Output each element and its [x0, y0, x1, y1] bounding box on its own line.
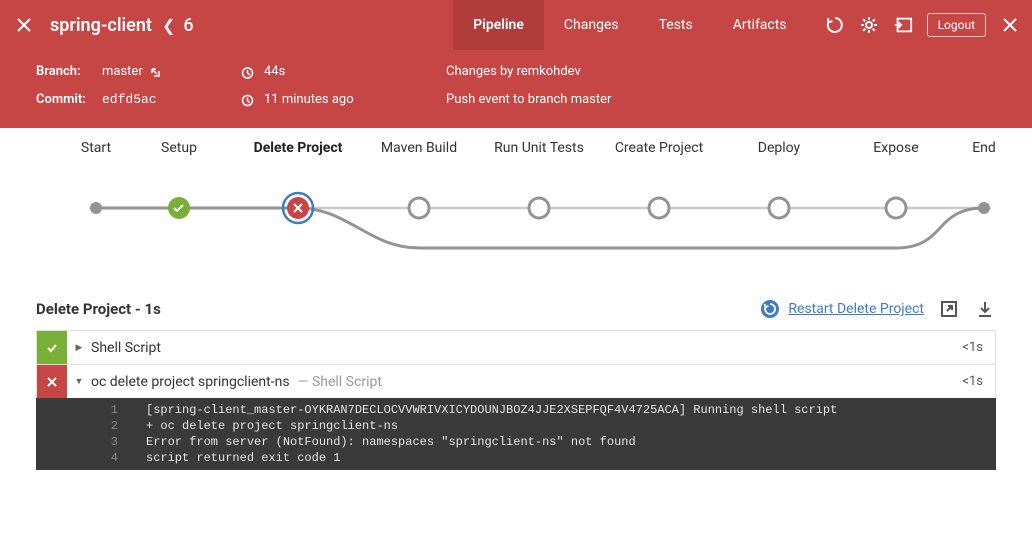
- external-link-icon: [149, 65, 163, 79]
- branch-label: Branch:: [36, 58, 92, 86]
- stage-node[interactable]: [283, 193, 313, 223]
- chevron-left-icon[interactable]: ❮: [162, 16, 175, 35]
- stage-label[interactable]: Run Unit Tests: [479, 140, 599, 156]
- stage-node[interactable]: [886, 198, 906, 218]
- header-tabs: Pipeline Changes Tests Artifacts: [453, 0, 806, 50]
- tab-changes[interactable]: Changes: [544, 0, 639, 50]
- rerun-icon[interactable]: [825, 15, 845, 35]
- stage-label[interactable]: Maven Build: [359, 140, 479, 156]
- step-subname: — Shell Script: [298, 374, 382, 390]
- chevron-down-icon[interactable]: ▼: [67, 376, 91, 387]
- pipeline-graph: StartSetupDelete ProjectMaven BuildRun U…: [0, 128, 1032, 288]
- branch-value[interactable]: master: [102, 58, 163, 86]
- restart-icon: [760, 299, 780, 319]
- event-text: Push event to branch master: [446, 86, 611, 114]
- stopwatch-icon: [240, 65, 254, 79]
- stage-label[interactable]: Deploy: [719, 140, 839, 156]
- stage-node[interactable]: [769, 198, 789, 218]
- stage-node[interactable]: [90, 202, 102, 214]
- duration-value: 44s: [264, 58, 285, 86]
- console-line: 2+ oc delete project springclient-ns: [36, 418, 996, 434]
- stage-detail: Delete Project - 1s Restart Delete Proje…: [0, 288, 1032, 470]
- commit-value: edfd5ac: [102, 86, 157, 114]
- step-status-failure-icon: [37, 365, 67, 398]
- step-duration: <1s: [962, 374, 995, 389]
- open-external-icon[interactable]: [938, 298, 960, 320]
- close-icon[interactable]: [1000, 15, 1020, 35]
- console-line: 1[spring-client_master-OYKRAN7DECLOCVVWR…: [36, 402, 996, 418]
- console-output: 1[spring-client_master-OYKRAN7DECLOCVVWR…: [36, 398, 996, 470]
- step-name: oc delete project springclient-ns: [91, 374, 290, 390]
- stage-label[interactable]: Setup: [119, 140, 239, 156]
- run-header: spring-client ❮ 6 Pipeline Changes Tests…: [0, 0, 1032, 128]
- stage-label[interactable]: Create Project: [599, 140, 719, 156]
- stage-node[interactable]: [409, 198, 429, 218]
- stage-title: Delete Project - 1s: [36, 300, 161, 318]
- step-row[interactable]: ▶ Shell Script <1s: [36, 330, 996, 365]
- stage-node[interactable]: [168, 197, 190, 219]
- close-run-button[interactable]: [12, 13, 36, 37]
- changes-text: Changes by remkohdev: [446, 58, 581, 86]
- console-line: 4script returned exit code 1: [36, 450, 996, 466]
- step-name: Shell Script: [91, 340, 161, 356]
- tab-tests[interactable]: Tests: [639, 0, 713, 50]
- tab-artifacts[interactable]: Artifacts: [713, 0, 807, 50]
- restart-stage-link[interactable]: Restart Delete Project: [760, 299, 924, 319]
- console-line: 3Error from server (NotFound): namespace…: [36, 434, 996, 450]
- download-icon[interactable]: [974, 298, 996, 320]
- step-status-success-icon: [37, 331, 67, 364]
- stage-node[interactable]: [649, 198, 669, 218]
- chevron-right-icon[interactable]: ▶: [67, 343, 91, 353]
- clock-icon: [240, 93, 254, 107]
- gear-icon[interactable]: [859, 15, 879, 35]
- build-number: 6: [183, 15, 193, 36]
- header-actions: Logout: [825, 13, 1020, 37]
- step-row[interactable]: ▼ oc delete project springclient-ns — Sh…: [36, 364, 996, 399]
- logout-button[interactable]: Logout: [927, 13, 986, 37]
- tab-pipeline[interactable]: Pipeline: [453, 0, 544, 50]
- header-top: spring-client ❮ 6 Pipeline Changes Tests…: [0, 0, 1032, 50]
- stage-label[interactable]: Delete Project: [238, 140, 358, 156]
- title-area: spring-client ❮ 6: [50, 15, 194, 36]
- pipeline-svg: [36, 168, 996, 258]
- commit-label: Commit:: [36, 86, 92, 114]
- go-classic-icon[interactable]: [893, 15, 913, 35]
- timestamp-value: 11 minutes ago: [264, 86, 354, 114]
- stage-node[interactable]: [978, 202, 990, 214]
- stage-label[interactable]: End: [924, 140, 1032, 156]
- header-meta: Branch: master Commit: edfd5ac 44s: [0, 50, 1032, 128]
- stage-node[interactable]: [529, 198, 549, 218]
- pipeline-name: spring-client: [50, 15, 152, 36]
- step-duration: <1s: [962, 340, 995, 355]
